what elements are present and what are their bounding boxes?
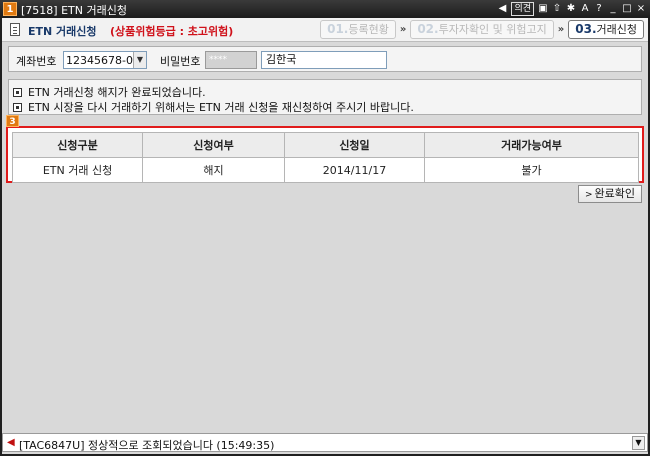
table-cell: 해지	[142, 157, 285, 183]
table-cell: 불가	[424, 157, 639, 183]
step-navigation: 01.등록현황 » 02.투자자확인 및 위험고지 » 03.거래신청	[320, 20, 644, 39]
risk-grade-label: (상품위험등급 : 초고위험)	[110, 25, 234, 38]
step-investor-confirmation[interactable]: 02.투자자확인 및 위험고지	[410, 20, 554, 39]
table-row[interactable]: ETN 거래 신청 해지 2014/11/17 불가	[12, 157, 639, 183]
step-number: 02.	[417, 22, 439, 36]
font-size-icon[interactable]: A	[580, 1, 590, 17]
section-number-badge: 3	[6, 115, 19, 127]
opinion-icon[interactable]: 의견	[511, 2, 534, 16]
password-label: 비밀번호	[160, 55, 201, 68]
link-icon[interactable]: ⇧	[552, 1, 562, 17]
title-bar[interactable]: 1 [7518] ETN 거래신청 ◀ 의견 ▣ ⇧ ✱ A ? _ □ ×	[0, 0, 650, 18]
step-label: 거래신청	[596, 23, 637, 36]
double-chevron-right-icon: »	[557, 24, 565, 35]
document-icon	[10, 23, 20, 36]
step-number: 01.	[327, 22, 349, 36]
double-chevron-right-icon: »	[399, 24, 407, 35]
column-header: 신청여부	[142, 132, 285, 158]
page-header: ETN 거래신청 (상품위험등급 : 초고위험) 01.등록현황 » 02.투자…	[2, 18, 648, 42]
password-field[interactable]: ****	[205, 51, 257, 69]
client-area: ETN 거래신청 (상품위험등급 : 초고위험) 01.등록현황 » 02.투자…	[2, 18, 648, 454]
step-label: 등록현황	[348, 23, 389, 36]
account-holder-name: 김한국	[261, 51, 387, 69]
application-table: 신청구분 신청여부 신청일 거래가능여부 ETN 거래 신청 해지 2014/1…	[12, 132, 639, 183]
status-message: [TAC6847U] 정상적으로 조회되었습니다 (15:49:35)	[19, 439, 275, 452]
bullet-icon	[13, 87, 22, 97]
account-number-value: 12345678-01	[66, 54, 140, 67]
account-number-select[interactable]: 12345678-01 ▼	[63, 51, 147, 69]
results-section: 신청구분 신청여부 신청일 거래가능여부 ETN 거래 신청 해지 2014/1…	[6, 126, 644, 183]
notice-text: ETN 거래신청 해지가 완료되었습니다.	[28, 86, 206, 99]
confirm-complete-label: 완료확인	[594, 187, 636, 200]
previous-icon[interactable]: ◀	[497, 1, 507, 17]
account-panel: 계좌번호 12345678-01 ▼ 비밀번호 **** 김한국	[8, 46, 642, 72]
column-header: 신청구분	[12, 132, 143, 158]
step-label: 투자자확인 및 위험고지	[438, 23, 547, 36]
step-number: 03.	[575, 22, 597, 36]
notice-line: ETN 거래신청 해지가 완료되었습니다.	[13, 84, 206, 100]
column-header: 신청일	[284, 132, 425, 158]
minimize-icon[interactable]: _	[608, 1, 618, 17]
app-window: 1 [7518] ETN 거래신청 ◀ 의견 ▣ ⇧ ✱ A ? _ □ × E…	[0, 0, 650, 456]
page-title: ETN 거래신청	[28, 25, 97, 38]
speaker-icon: ◀	[7, 437, 15, 448]
table-cell: 2014/11/17	[284, 157, 425, 183]
close-icon[interactable]: ×	[636, 1, 646, 17]
column-header: 거래가능여부	[424, 132, 639, 158]
chevron-down-icon[interactable]: ▼	[632, 436, 645, 450]
notice-panel: ETN 거래신청 해지가 완료되었습니다. ETN 시장을 다시 거래하기 위해…	[8, 79, 642, 115]
notice-text: ETN 시장을 다시 거래하기 위해서는 ETN 거래 신청을 재신청하여 주시…	[28, 101, 414, 114]
title-bar-icons: ◀ 의견 ▣ ⇧ ✱ A ? _ □ ×	[497, 1, 646, 17]
step-registration-status[interactable]: 01.등록현황	[320, 20, 396, 39]
account-number-label: 계좌번호	[16, 55, 57, 68]
chevron-down-icon[interactable]: ▼	[133, 52, 146, 68]
maximize-icon[interactable]: □	[622, 1, 632, 17]
step-trade-application[interactable]: 03.거래신청	[568, 20, 644, 39]
star-icon[interactable]: ✱	[566, 1, 576, 17]
window-number-badge: 1	[3, 2, 17, 16]
notice-line: ETN 시장을 다시 거래하기 위해서는 ETN 거래 신청을 재신청하여 주시…	[13, 99, 414, 115]
help-icon[interactable]: ?	[594, 1, 604, 17]
window-title: [7518] ETN 거래신청	[21, 4, 127, 17]
table-header-row: 신청구분 신청여부 신청일 거래가능여부	[12, 132, 639, 158]
chevron-right-icon: >	[584, 190, 593, 200]
status-bar: ◀ [TAC6847U] 정상적으로 조회되었습니다 (15:49:35) ▼	[2, 433, 648, 452]
table-cell: ETN 거래 신청	[12, 157, 143, 183]
bullet-icon	[13, 102, 22, 112]
confirm-complete-button[interactable]: > 완료확인	[578, 185, 642, 203]
window-layout-icon[interactable]: ▣	[538, 1, 548, 17]
